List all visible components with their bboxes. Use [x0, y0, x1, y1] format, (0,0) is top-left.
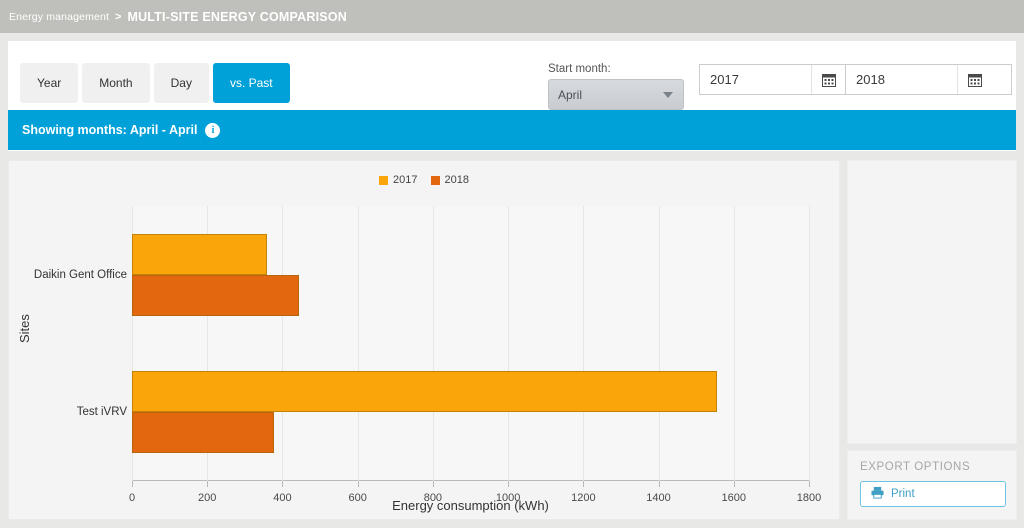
start-month-value: April: [558, 87, 583, 102]
start-month-label: Start month:: [548, 63, 611, 75]
print-button[interactable]: Print: [860, 481, 1006, 507]
x-tick-mark: [432, 481, 434, 487]
chevron-down-icon: [663, 91, 673, 98]
legend-swatch-2017: [379, 175, 389, 185]
breadcrumb-separator-icon: >: [115, 10, 122, 23]
x-tick-mark: [357, 481, 359, 487]
breadcrumb-parent-link[interactable]: Energy management: [9, 11, 109, 23]
plot-area: 0 200 400 600 800 1000 1200 1400 1600 1800: [129, 206, 821, 504]
year-from-input[interactable]: [700, 65, 811, 94]
x-axis-line: [132, 480, 809, 481]
gridline: [583, 206, 585, 481]
export-options-title: EXPORT OPTIONS: [860, 461, 971, 473]
printer-icon: [871, 486, 884, 502]
chart-panel: 2017 2018 Sites Daikin Gent Office Test iV…: [8, 160, 840, 520]
gridline: [282, 206, 284, 481]
gridline: [508, 206, 510, 481]
start-month-select[interactable]: April: [548, 79, 684, 110]
page-title: MULTI-SITE ENERGY COMPARISON: [127, 9, 347, 24]
x-tick-mark: [658, 481, 660, 487]
x-tick-mark: [733, 481, 735, 487]
gridline: [432, 206, 434, 481]
legend-item-2018[interactable]: 2018: [430, 174, 469, 186]
x-tick-mark: [583, 481, 585, 487]
year-from-cell: [700, 65, 846, 94]
tab-day[interactable]: Day: [153, 63, 209, 103]
x-tick-mark: [132, 481, 133, 487]
gridline: [357, 206, 359, 481]
x-tick-mark: [508, 481, 510, 487]
view-mode-tab-group: Year Month Day vs. Past: [20, 63, 290, 103]
category-label-column: Daikin Gent Office Test iVRV: [9, 206, 127, 481]
x-tick-mark: [809, 481, 810, 487]
category-label: Daikin Gent Office: [33, 268, 127, 281]
bar-2018-1[interactable]: [132, 412, 275, 454]
calendar-icon-from[interactable]: [811, 65, 845, 94]
year-to-input[interactable]: [846, 65, 957, 94]
category-label: Test iVRV: [76, 406, 127, 419]
chart-legend: 2017 2018: [9, 174, 839, 186]
x-axis-title: Energy consumption (kWh): [392, 498, 549, 513]
bar-2017-1[interactable]: [132, 371, 717, 413]
legend-swatch-2018: [430, 175, 440, 185]
showing-months-banner: Showing months: April - April i: [8, 110, 1016, 150]
year-range-group: [699, 64, 1012, 95]
calendar-icon-to[interactable]: [957, 65, 991, 94]
export-options-panel: EXPORT OPTIONS Print: [847, 450, 1017, 520]
breadcrumb: Energy management > MULTI-SITE ENERGY CO…: [0, 0, 1024, 33]
legend-item-2017[interactable]: 2017: [379, 174, 418, 186]
bar-2017-0[interactable]: [132, 233, 268, 275]
print-button-label: Print: [891, 488, 915, 500]
tab-year[interactable]: Year: [20, 63, 79, 103]
side-panel: [847, 160, 1017, 444]
x-tick-mark: [282, 481, 284, 487]
legend-label-2017: 2017: [393, 174, 418, 186]
gridline: [733, 206, 735, 481]
showing-months-text: Showing months: April - April: [22, 123, 198, 137]
legend-label-2018: 2018: [444, 174, 469, 186]
gridline: [658, 206, 660, 481]
tab-vs-past[interactable]: vs. Past: [212, 63, 290, 103]
start-month-group: Start month: April: [548, 63, 698, 110]
gridline: [809, 206, 810, 481]
x-tick-mark: [207, 481, 209, 487]
bar-2018-0[interactable]: [132, 274, 300, 316]
tab-month[interactable]: Month: [82, 63, 150, 103]
info-icon[interactable]: i: [205, 122, 221, 138]
year-to-cell: [846, 65, 991, 94]
